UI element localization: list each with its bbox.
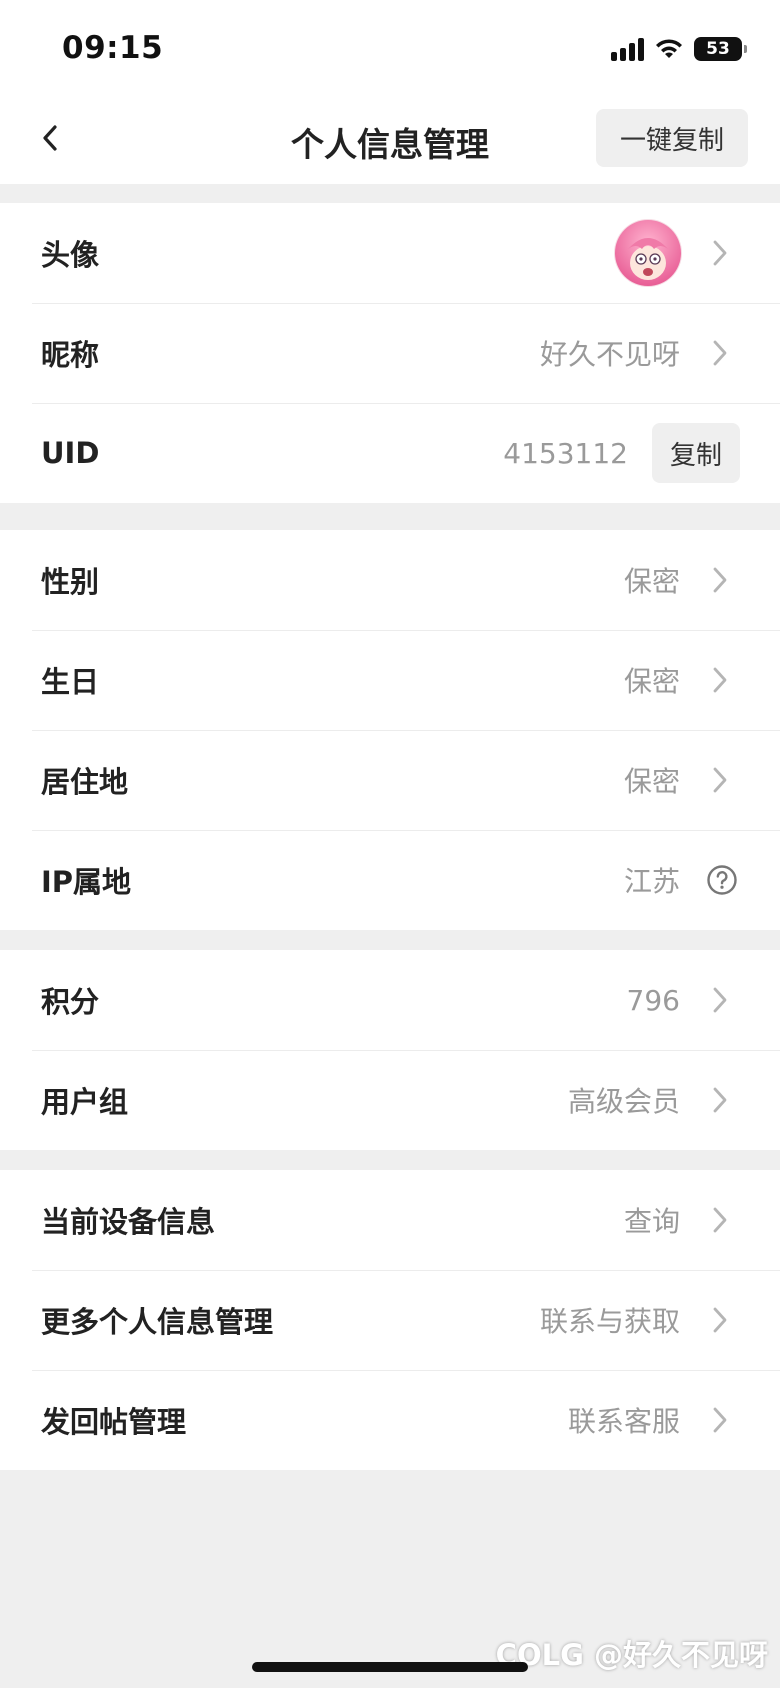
residence-row[interactable]: 居住地 保密 [0, 730, 780, 830]
nickname-value: 好久不见呀 [539, 338, 680, 371]
usergroup-value: 高级会员 [567, 1085, 680, 1118]
post-management-row[interactable]: 发回帖管理 联系客服 [0, 1370, 780, 1470]
nickname-row[interactable]: 昵称 好久不见呀 [0, 303, 780, 403]
birthday-row[interactable]: 生日 保密 [0, 630, 780, 730]
chevron-right-icon [708, 564, 732, 596]
group-more: 当前设备信息 查询 更多个人信息管理 联系与获取 发回帖管理 联系客服 [0, 1170, 780, 1470]
ip-location-label: IP属地 [41, 865, 132, 899]
chevron-right-icon [708, 337, 732, 369]
post-management-value: 联系客服 [567, 1405, 680, 1438]
usergroup-row[interactable]: 用户组 高级会员 [0, 1050, 780, 1150]
copy-all-button[interactable]: 一键复制 [596, 109, 748, 167]
points-label: 积分 [41, 985, 100, 1019]
chevron-right-icon [708, 237, 732, 269]
avatar [614, 219, 682, 287]
points-row[interactable]: 积分 796 [0, 950, 780, 1050]
chevron-right-icon [708, 1204, 732, 1236]
device-info-label: 当前设备信息 [41, 1205, 216, 1239]
device-info-row[interactable]: 当前设备信息 查询 [0, 1170, 780, 1270]
gender-row[interactable]: 性别 保密 [0, 530, 780, 630]
uid-label: UID [41, 436, 100, 470]
birthday-value: 保密 [623, 665, 680, 698]
usergroup-label: 用户组 [41, 1085, 129, 1119]
signal-icon [611, 37, 644, 61]
chevron-right-icon [708, 1404, 732, 1436]
birthday-label: 生日 [41, 665, 100, 699]
gender-label: 性别 [41, 565, 100, 599]
battery-level: 53 [706, 39, 730, 59]
chevron-right-icon [708, 984, 732, 1016]
watermark: COLG @好久不见呀 [495, 1638, 768, 1672]
avatar-row[interactable]: 头像 [0, 203, 780, 303]
chevron-right-icon [708, 764, 732, 796]
group-basic: 头像 昵称 好久不见呀 UID 4153112 复制 [0, 203, 780, 503]
help-icon[interactable] [706, 864, 738, 896]
residence-label: 居住地 [41, 765, 129, 799]
home-indicator[interactable] [252, 1662, 528, 1672]
chevron-right-icon [708, 1084, 732, 1116]
avatar-label: 头像 [41, 238, 100, 272]
battery-icon: 53 [694, 37, 747, 61]
ip-location-value: 江苏 [623, 865, 680, 898]
more-info-row[interactable]: 更多个人信息管理 联系与获取 [0, 1270, 780, 1370]
device-info-value: 查询 [623, 1205, 680, 1238]
wifi-icon [656, 39, 682, 58]
nickname-label: 昵称 [41, 338, 100, 372]
ip-location-row: IP属地 江苏 [0, 830, 780, 930]
status-icons: 53 [611, 34, 747, 64]
points-value: 796 [626, 983, 680, 1017]
more-info-value: 联系与获取 [539, 1305, 680, 1338]
nav-bar: 个人信息管理 一键复制 [0, 92, 780, 184]
copy-uid-button[interactable]: 复制 [652, 423, 740, 483]
chevron-right-icon [708, 1304, 732, 1336]
status-time: 09:15 [62, 30, 164, 66]
uid-value: 4153112 [503, 436, 628, 470]
group-profile: 性别 保密 生日 保密 居住地 保密 IP属地 江苏 [0, 530, 780, 930]
uid-row: UID 4153112 复制 [0, 403, 780, 503]
chevron-right-icon [708, 664, 732, 696]
more-info-label: 更多个人信息管理 [41, 1305, 274, 1339]
group-account: 积分 796 用户组 高级会员 [0, 950, 780, 1150]
gender-value: 保密 [623, 565, 680, 598]
post-management-label: 发回帖管理 [41, 1405, 187, 1439]
status-bar: 09:15 53 [0, 0, 780, 92]
residence-value: 保密 [623, 765, 680, 798]
